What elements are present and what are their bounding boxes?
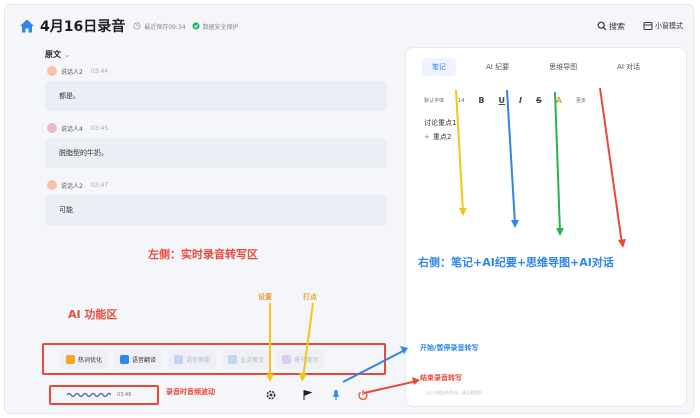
annotation-marker: 打点 [303,293,317,301]
annotation-start-pause: 开始/暂停录音转写 [420,344,479,352]
annotation-waveform: 录音时音频波动 [166,388,215,396]
annotation-right-area: 右侧：笔记+AI纪要+思维导图+AI对话 [418,256,614,269]
annotation-end: 结束录音转写 [420,374,462,382]
annotation-ai-area: AI 功能区 [68,308,118,321]
annotation-arrows [266,87,626,394]
annotation-settings: 设置 [258,293,272,301]
annotation-left-area: 左侧：实时录音转写区 [148,248,258,261]
